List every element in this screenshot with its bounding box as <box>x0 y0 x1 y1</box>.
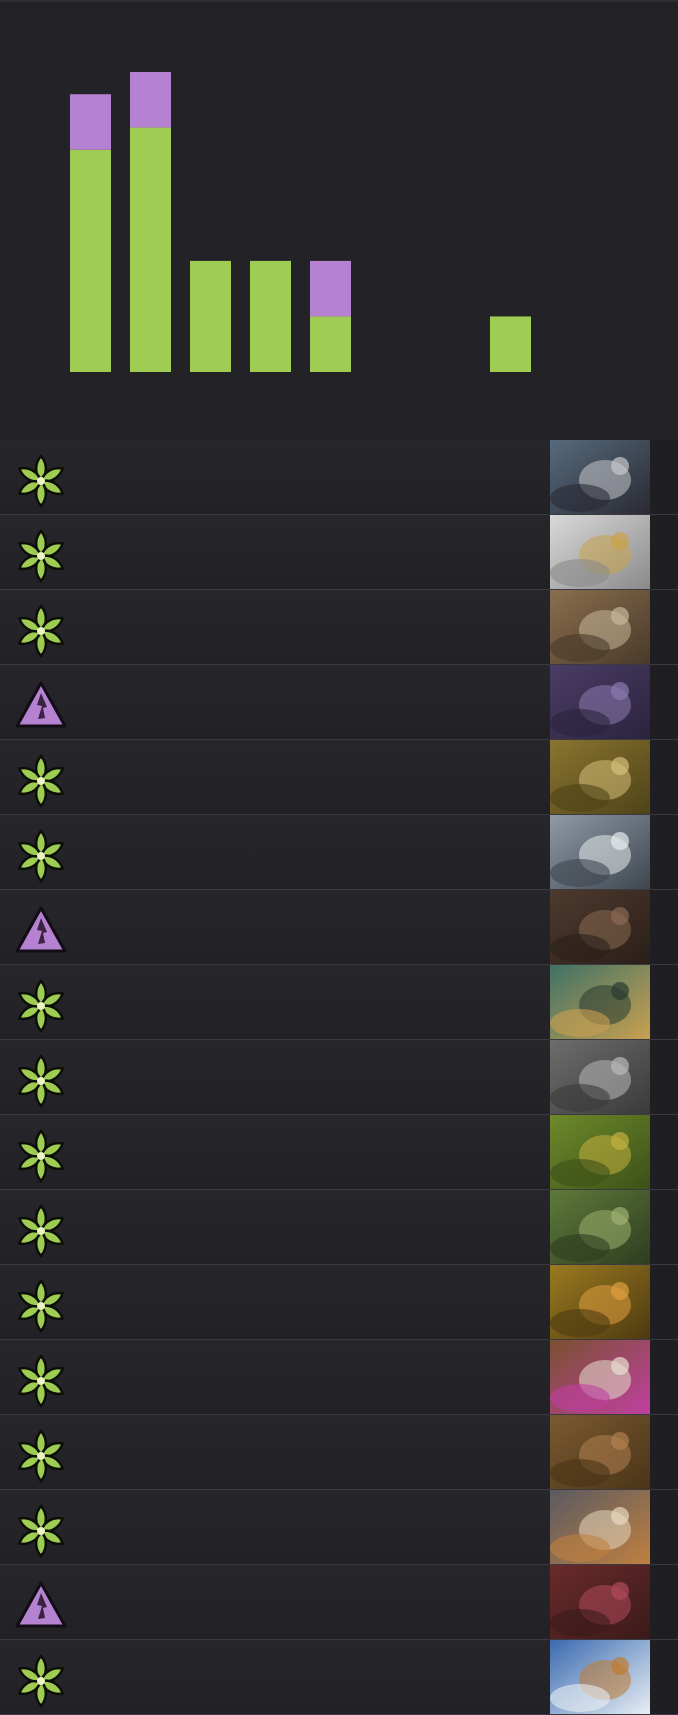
row-edge <box>650 1040 678 1114</box>
card-row[interactable] <box>0 1115 678 1190</box>
purple-triangle-icon <box>14 1579 68 1633</box>
green-leaf-icon <box>14 979 68 1033</box>
card-row[interactable] <box>0 665 678 740</box>
bar-2-series-1 <box>130 127 171 372</box>
card-art-thumbnail <box>550 1490 650 1564</box>
card-row[interactable] <box>0 1640 678 1715</box>
row-edge <box>650 1640 678 1714</box>
row-edge <box>650 965 678 1039</box>
bar-2-series-2 <box>130 72 171 128</box>
row-edge <box>650 1190 678 1264</box>
card-art-thumbnail <box>550 515 650 589</box>
green-leaf-icon <box>14 1204 68 1258</box>
green-leaf-icon <box>14 1129 68 1183</box>
card-row[interactable] <box>0 515 678 590</box>
deck-cost-chart <box>0 0 678 442</box>
card-art-thumbnail <box>550 1115 650 1189</box>
bar-3-series-1 <box>190 260 231 372</box>
card-row[interactable] <box>0 965 678 1040</box>
row-edge <box>650 890 678 964</box>
row-edge <box>650 1340 678 1414</box>
row-edge <box>650 815 678 889</box>
card-art-thumbnail <box>550 965 650 1039</box>
purple-triangle-icon <box>14 904 68 958</box>
card-art-thumbnail <box>550 1040 650 1114</box>
card-art-thumbnail <box>550 665 650 739</box>
card-art-thumbnail <box>550 740 650 814</box>
card-art-thumbnail <box>550 1565 650 1639</box>
row-edge <box>650 590 678 664</box>
card-row[interactable] <box>0 1565 678 1640</box>
card-art-thumbnail <box>550 1640 650 1714</box>
row-edge <box>650 515 678 589</box>
row-edge <box>650 1565 678 1639</box>
card-row[interactable] <box>0 740 678 815</box>
row-edge <box>650 1490 678 1564</box>
bar-chart <box>70 72 531 372</box>
green-leaf-icon <box>14 1429 68 1483</box>
row-edge <box>650 740 678 814</box>
card-art-thumbnail <box>550 590 650 664</box>
green-leaf-icon <box>14 1279 68 1333</box>
card-row[interactable] <box>0 1190 678 1265</box>
card-row[interactable] <box>0 1265 678 1340</box>
card-row[interactable] <box>0 815 678 890</box>
green-leaf-icon <box>14 829 68 883</box>
row-edge <box>650 1265 678 1339</box>
card-art-thumbnail <box>550 815 650 889</box>
card-row[interactable] <box>0 1040 678 1115</box>
card-art-thumbnail <box>550 1190 650 1264</box>
row-edge <box>650 440 678 514</box>
row-edge <box>650 1115 678 1189</box>
card-row[interactable] <box>0 1490 678 1565</box>
row-edge <box>650 665 678 739</box>
green-leaf-icon <box>14 529 68 583</box>
card-art-thumbnail <box>550 1340 650 1414</box>
green-leaf-icon <box>14 604 68 658</box>
green-leaf-icon <box>14 1054 68 1108</box>
card-art-thumbnail <box>550 1265 650 1339</box>
row-edge <box>650 1415 678 1489</box>
card-art-thumbnail <box>550 890 650 964</box>
green-leaf-icon <box>14 454 68 508</box>
bar-5-series-1 <box>310 316 351 372</box>
card-row[interactable] <box>0 1340 678 1415</box>
bar-8-series-1 <box>490 316 531 372</box>
card-row[interactable] <box>0 590 678 665</box>
bar-4-series-1 <box>250 260 291 372</box>
bar-1-series-2 <box>70 94 111 150</box>
green-leaf-icon <box>14 1504 68 1558</box>
card-row[interactable] <box>0 440 678 515</box>
bar-1-series-1 <box>70 149 111 372</box>
green-leaf-icon <box>14 1654 68 1708</box>
card-art-thumbnail <box>550 440 650 514</box>
card-row[interactable] <box>0 1415 678 1490</box>
green-leaf-icon <box>14 754 68 808</box>
purple-triangle-icon <box>14 679 68 733</box>
card-art-thumbnail <box>550 1415 650 1489</box>
card-list <box>0 440 678 1715</box>
bar-5-series-2 <box>310 260 351 317</box>
green-leaf-icon <box>14 1354 68 1408</box>
card-row[interactable] <box>0 890 678 965</box>
